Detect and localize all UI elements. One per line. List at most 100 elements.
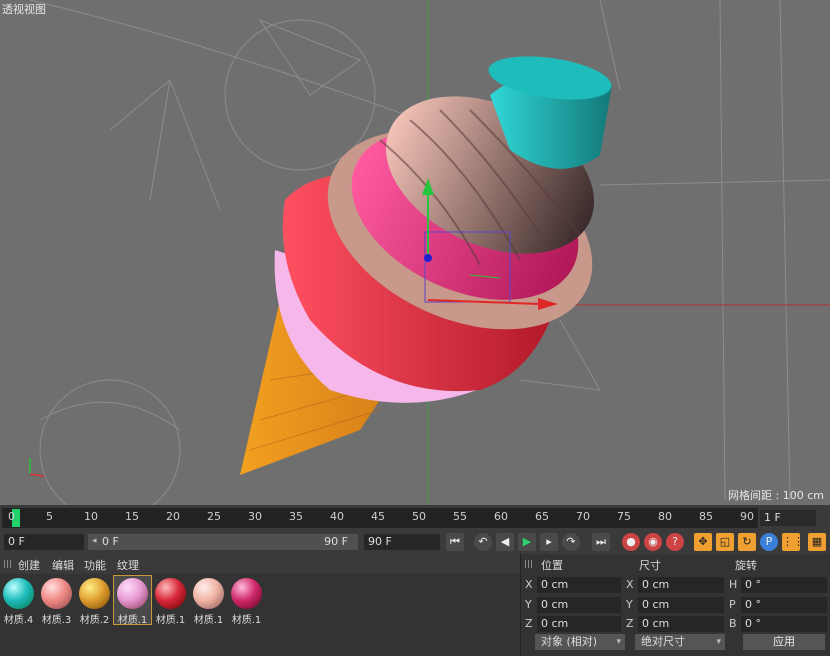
rot-b-label: B [729, 617, 737, 630]
scale-icon[interactable]: ◱ [716, 533, 734, 551]
pos-x-field[interactable]: 0 cm [537, 577, 621, 593]
material-ball-icon [155, 578, 186, 609]
tick-label: 0 [8, 510, 15, 523]
autokey-icon[interactable]: ◉ [644, 533, 662, 551]
move-icon[interactable]: ✥ [694, 533, 712, 551]
position-header: 位置 [541, 559, 563, 572]
material-label: 材质.1 [231, 615, 262, 626]
tick-label: 25 [207, 510, 221, 523]
material-swatch[interactable]: 材质.1 [190, 576, 227, 626]
keyframe-help-icon[interactable]: ? [666, 533, 684, 551]
go-end-icon[interactable]: ⏭ [592, 533, 610, 551]
tick-label: 5 [46, 510, 53, 523]
material-swatch[interactable]: 材质.3 [38, 576, 75, 626]
rot-h-field[interactable]: 0 ° [741, 577, 827, 593]
pos-y-field[interactable]: 0 cm [537, 597, 621, 613]
tick-label: 15 [125, 510, 139, 523]
tick-label: 40 [330, 510, 344, 523]
tick-label: 75 [617, 510, 631, 523]
size-mode-dropdown[interactable]: 绝对尺寸 [635, 634, 725, 650]
material-ball-icon [193, 578, 224, 609]
material-ball-icon [231, 578, 262, 609]
tick-label: 80 [658, 510, 672, 523]
material-label: 材质.1 [117, 615, 148, 626]
coord-mode-dropdown[interactable]: 对象 (相对) [535, 634, 625, 650]
end-frame-field[interactable]: 90 F [364, 534, 440, 550]
material-label: 材质.3 [41, 615, 72, 626]
tick-label: 90 [740, 510, 754, 523]
size-y-label: Y [626, 598, 633, 611]
apply-button[interactable]: 应用 [743, 634, 825, 650]
tick-label: 35 [289, 510, 303, 523]
material-ball-icon [117, 578, 148, 609]
record-icon[interactable]: ● [622, 533, 640, 551]
tick-label: 55 [453, 510, 467, 523]
rot-h-label: H [729, 578, 738, 591]
range-start-label: 0 F [102, 535, 119, 548]
material-ball-icon [41, 578, 72, 609]
tick-label: 85 [699, 510, 713, 523]
material-manager: 创建 编辑 功能 纹理 材质.4 材质.3 材质.2 材质.1 材质.1 材质.… [0, 554, 520, 656]
prev-key-icon[interactable]: ↶ [474, 533, 492, 551]
size-z-field[interactable]: 0 cm [638, 616, 724, 632]
start-frame-field[interactable]: 0 F [4, 534, 84, 550]
material-swatch[interactable]: 材质.1 [228, 576, 265, 626]
tick-label: 70 [576, 510, 590, 523]
viewport-title[interactable]: 透视视图 [2, 1, 46, 17]
timeline-ruler[interactable]: 0 5 10 15 20 25 30 35 40 45 50 55 60 65 … [2, 508, 758, 528]
rotation-header: 旋转 [735, 559, 757, 572]
tick-label: 20 [166, 510, 180, 523]
size-z-label: Z [626, 617, 634, 630]
material-label: 材质.4 [3, 615, 34, 626]
play-icon[interactable]: ▶ [518, 533, 536, 551]
menu-function[interactable]: 功能 [84, 557, 106, 573]
material-swatch-selected[interactable]: 材质.1 [113, 575, 152, 626]
scene-render [29, 0, 830, 505]
grip-icon[interactable] [4, 560, 12, 568]
range-end-label: 90 F [324, 535, 348, 548]
rot-p-field[interactable]: 0 ° [741, 597, 827, 613]
menu-texture[interactable]: 纹理 [117, 557, 139, 573]
param-icon[interactable]: P [760, 533, 778, 551]
material-swatch[interactable]: 材质.1 [152, 576, 189, 626]
menu-edit[interactable]: 编辑 [52, 557, 74, 573]
step-back-icon[interactable]: ◀ [496, 533, 514, 551]
coordinates-panel: 位置 尺寸 旋转 X 0 cm Y 0 cm Z 0 cm X 0 cm Y 0… [520, 554, 830, 656]
current-frame-field[interactable]: 1 F [760, 510, 816, 526]
size-x-label: X [626, 578, 634, 591]
rot-p-label: P [729, 598, 736, 611]
tick-label: 30 [248, 510, 262, 523]
pos-x-label: X [525, 578, 533, 591]
frame-range-slider[interactable]: ◂ 0 F 90 F [88, 534, 358, 550]
material-label: 材质.1 [155, 615, 186, 626]
rot-b-field[interactable]: 0 ° [741, 616, 827, 632]
grid-spacing-label: 网格间距 : 100 cm [728, 489, 824, 502]
material-menubar: 创建 编辑 功能 纹理 [0, 554, 520, 574]
menu-create[interactable]: 创建 [18, 557, 40, 573]
timeline-bar: 0 5 10 15 20 25 30 35 40 45 50 55 60 65 … [0, 505, 830, 530]
transport-bar: 0 F ◂ 0 F 90 F 90 F ⏮ ↶ ◀ ▶ ▸ ↷ ⏭ ● ◉ ? … [0, 530, 830, 554]
perspective-viewport[interactable]: 透视视图 网格间距 : 100 cm [0, 0, 830, 505]
pos-z-label: Z [525, 617, 533, 630]
next-key-icon[interactable]: ↷ [562, 533, 580, 551]
tick-label: 65 [535, 510, 549, 523]
size-y-field[interactable]: 0 cm [638, 597, 724, 613]
material-label: 材质.1 [193, 615, 224, 626]
grip-icon[interactable] [525, 560, 533, 568]
material-ball-icon [79, 578, 110, 609]
material-swatch[interactable]: 材质.2 [76, 576, 113, 626]
grid-dots-icon[interactable]: ⋮⋮ [782, 533, 804, 551]
go-start-icon[interactable]: ⏮ [446, 533, 464, 551]
size-x-field[interactable]: 0 cm [638, 577, 724, 593]
tick-label: 10 [84, 510, 98, 523]
pos-y-label: Y [525, 598, 532, 611]
pos-z-field[interactable]: 0 cm [537, 616, 621, 632]
step-forward-icon[interactable]: ▸ [540, 533, 558, 551]
tick-label: 60 [494, 510, 508, 523]
film-icon[interactable]: ▦ [808, 533, 826, 551]
size-header: 尺寸 [639, 559, 661, 572]
material-swatch[interactable]: 材质.4 [0, 576, 37, 626]
material-ball-icon [3, 578, 34, 609]
rotate-icon[interactable]: ↻ [738, 533, 756, 551]
z-axis-handle [424, 254, 432, 262]
